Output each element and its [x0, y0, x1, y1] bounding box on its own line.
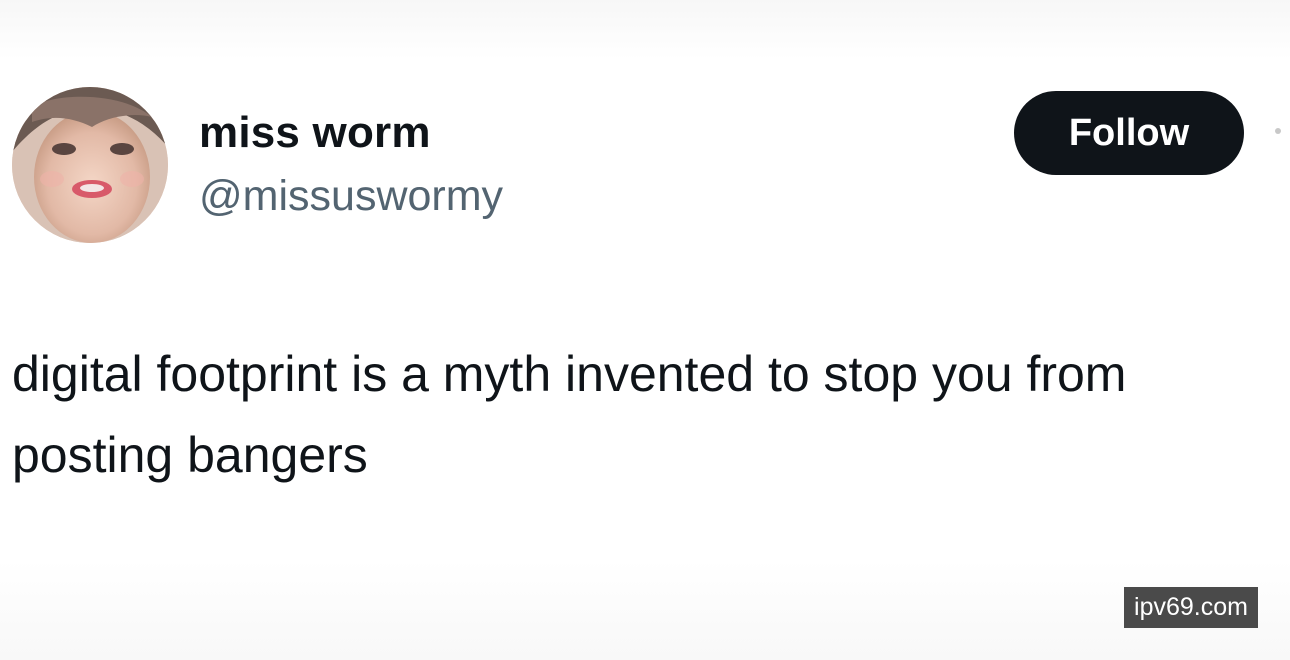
watermark: ipv69.com [1124, 587, 1258, 628]
tweet-text: digital footprint is a myth invented to … [12, 346, 1127, 483]
display-name[interactable]: miss worm [199, 108, 431, 158]
follow-button[interactable]: Follow [1014, 91, 1244, 175]
more-options-icon[interactable] [1275, 128, 1281, 134]
tweet-card: miss worm @missuswormy Follow digital fo… [0, 0, 1290, 660]
avatar-photo [12, 87, 168, 243]
avatar[interactable] [12, 87, 168, 243]
user-handle[interactable]: @missuswormy [199, 172, 503, 221]
